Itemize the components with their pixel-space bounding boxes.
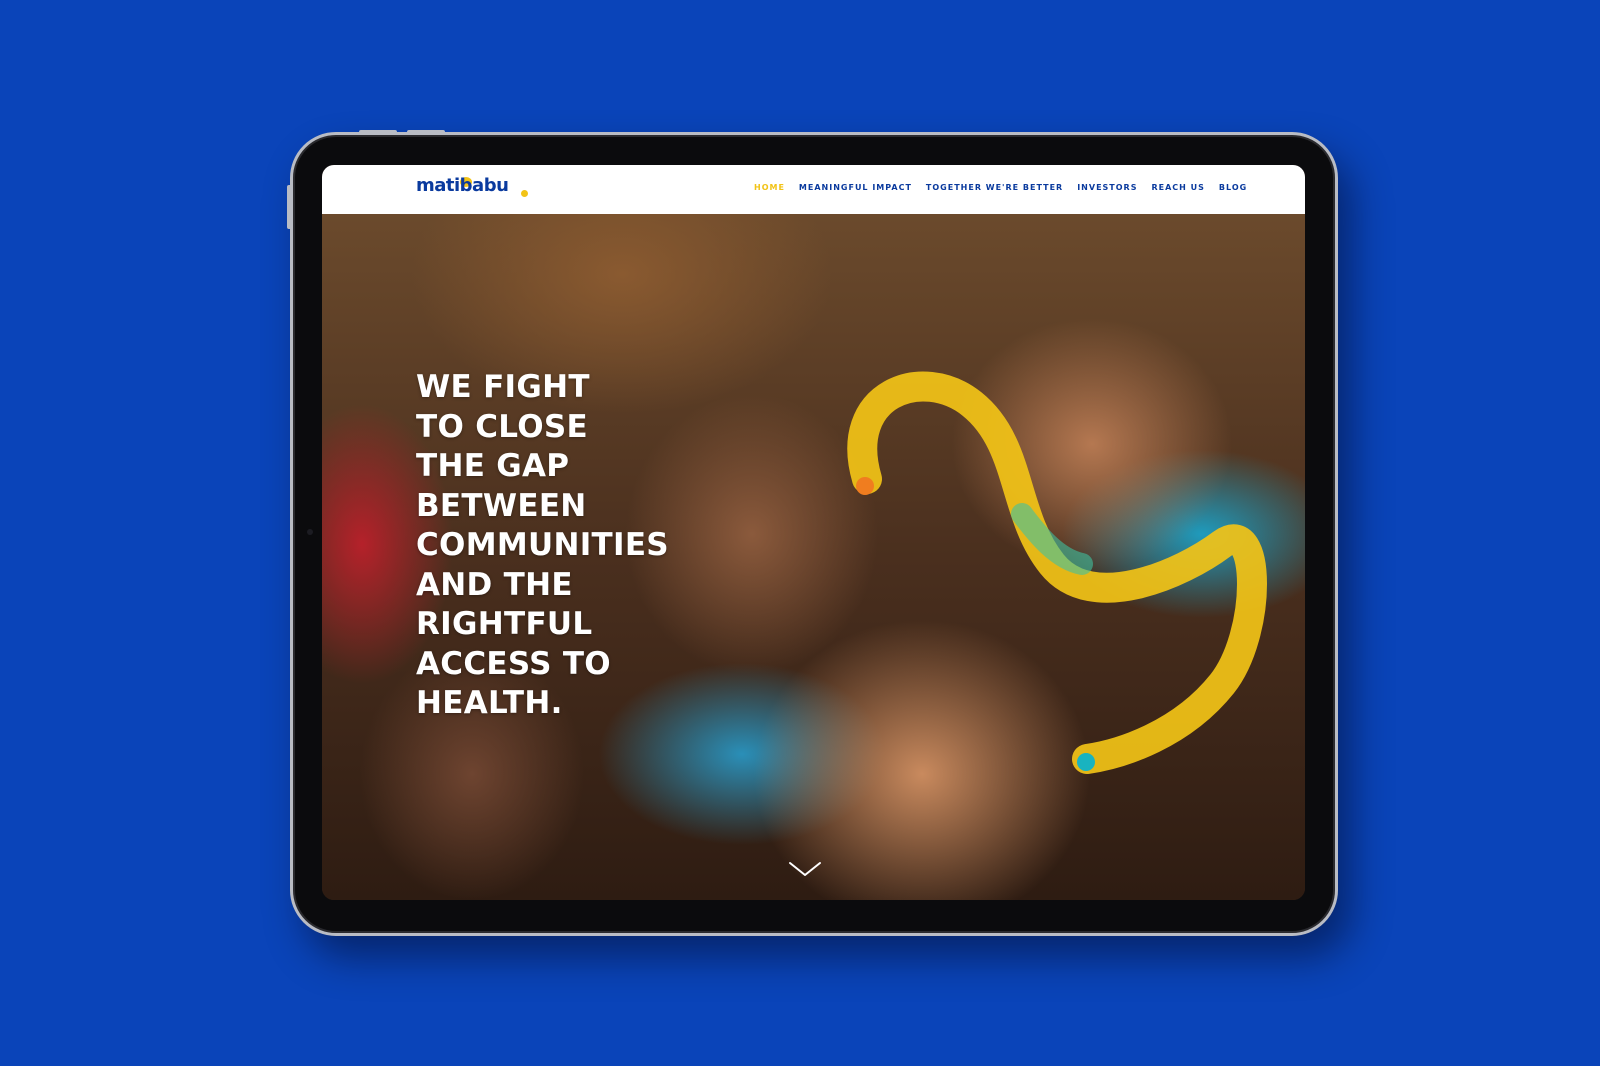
- headline-line: BETWEEN: [416, 487, 587, 524]
- headline-line: ACCESS TO: [416, 645, 611, 682]
- power-button: [287, 185, 291, 229]
- headline-line: THE GAP: [416, 448, 570, 484]
- headline-line: HEALTH.: [416, 685, 563, 721]
- logo-accent: [521, 190, 528, 197]
- front-camera: [307, 529, 313, 535]
- volume-button: [359, 130, 397, 134]
- volume-button: [407, 130, 445, 134]
- site-logo[interactable]: matibabu: [416, 175, 509, 196]
- nav-item-meaningful-impact[interactable]: MEANINGFUL IMPACT: [799, 183, 912, 192]
- headline-line: TO CLOSE: [416, 408, 588, 445]
- nav-item-together-were-better[interactable]: TOGETHER WE'RE BETTER: [926, 183, 1063, 192]
- chevron-down-icon[interactable]: [788, 860, 822, 878]
- headline-line: WE FIGHT: [416, 369, 590, 405]
- main-navigation: HOME MEANINGFUL IMPACT TOGETHER WE'RE BE…: [754, 183, 1247, 192]
- tablet-device: matibabu HOME MEANINGFUL IMPACT TOGETHER…: [287, 130, 1338, 936]
- nav-item-home[interactable]: HOME: [754, 183, 785, 192]
- nav-item-reach-us[interactable]: REACH US: [1151, 183, 1204, 192]
- nav-item-investors[interactable]: INVESTORS: [1077, 183, 1137, 192]
- hero-section: WE FIGHT TO CLOSE THE GAP BETWEEN COMMUN…: [322, 214, 1305, 900]
- nav-item-blog[interactable]: BLOG: [1219, 183, 1247, 192]
- headline-line: AND THE: [416, 566, 573, 603]
- tablet-screen: matibabu HOME MEANINGFUL IMPACT TOGETHER…: [322, 165, 1305, 900]
- headline-line: COMMUNITIES: [416, 527, 669, 563]
- headline-line: RIGHTFUL: [416, 606, 593, 642]
- site-header: matibabu HOME MEANINGFUL IMPACT TOGETHER…: [322, 165, 1305, 214]
- hero-headline: WE FIGHT TO CLOSE THE GAP BETWEEN COMMUN…: [416, 368, 716, 724]
